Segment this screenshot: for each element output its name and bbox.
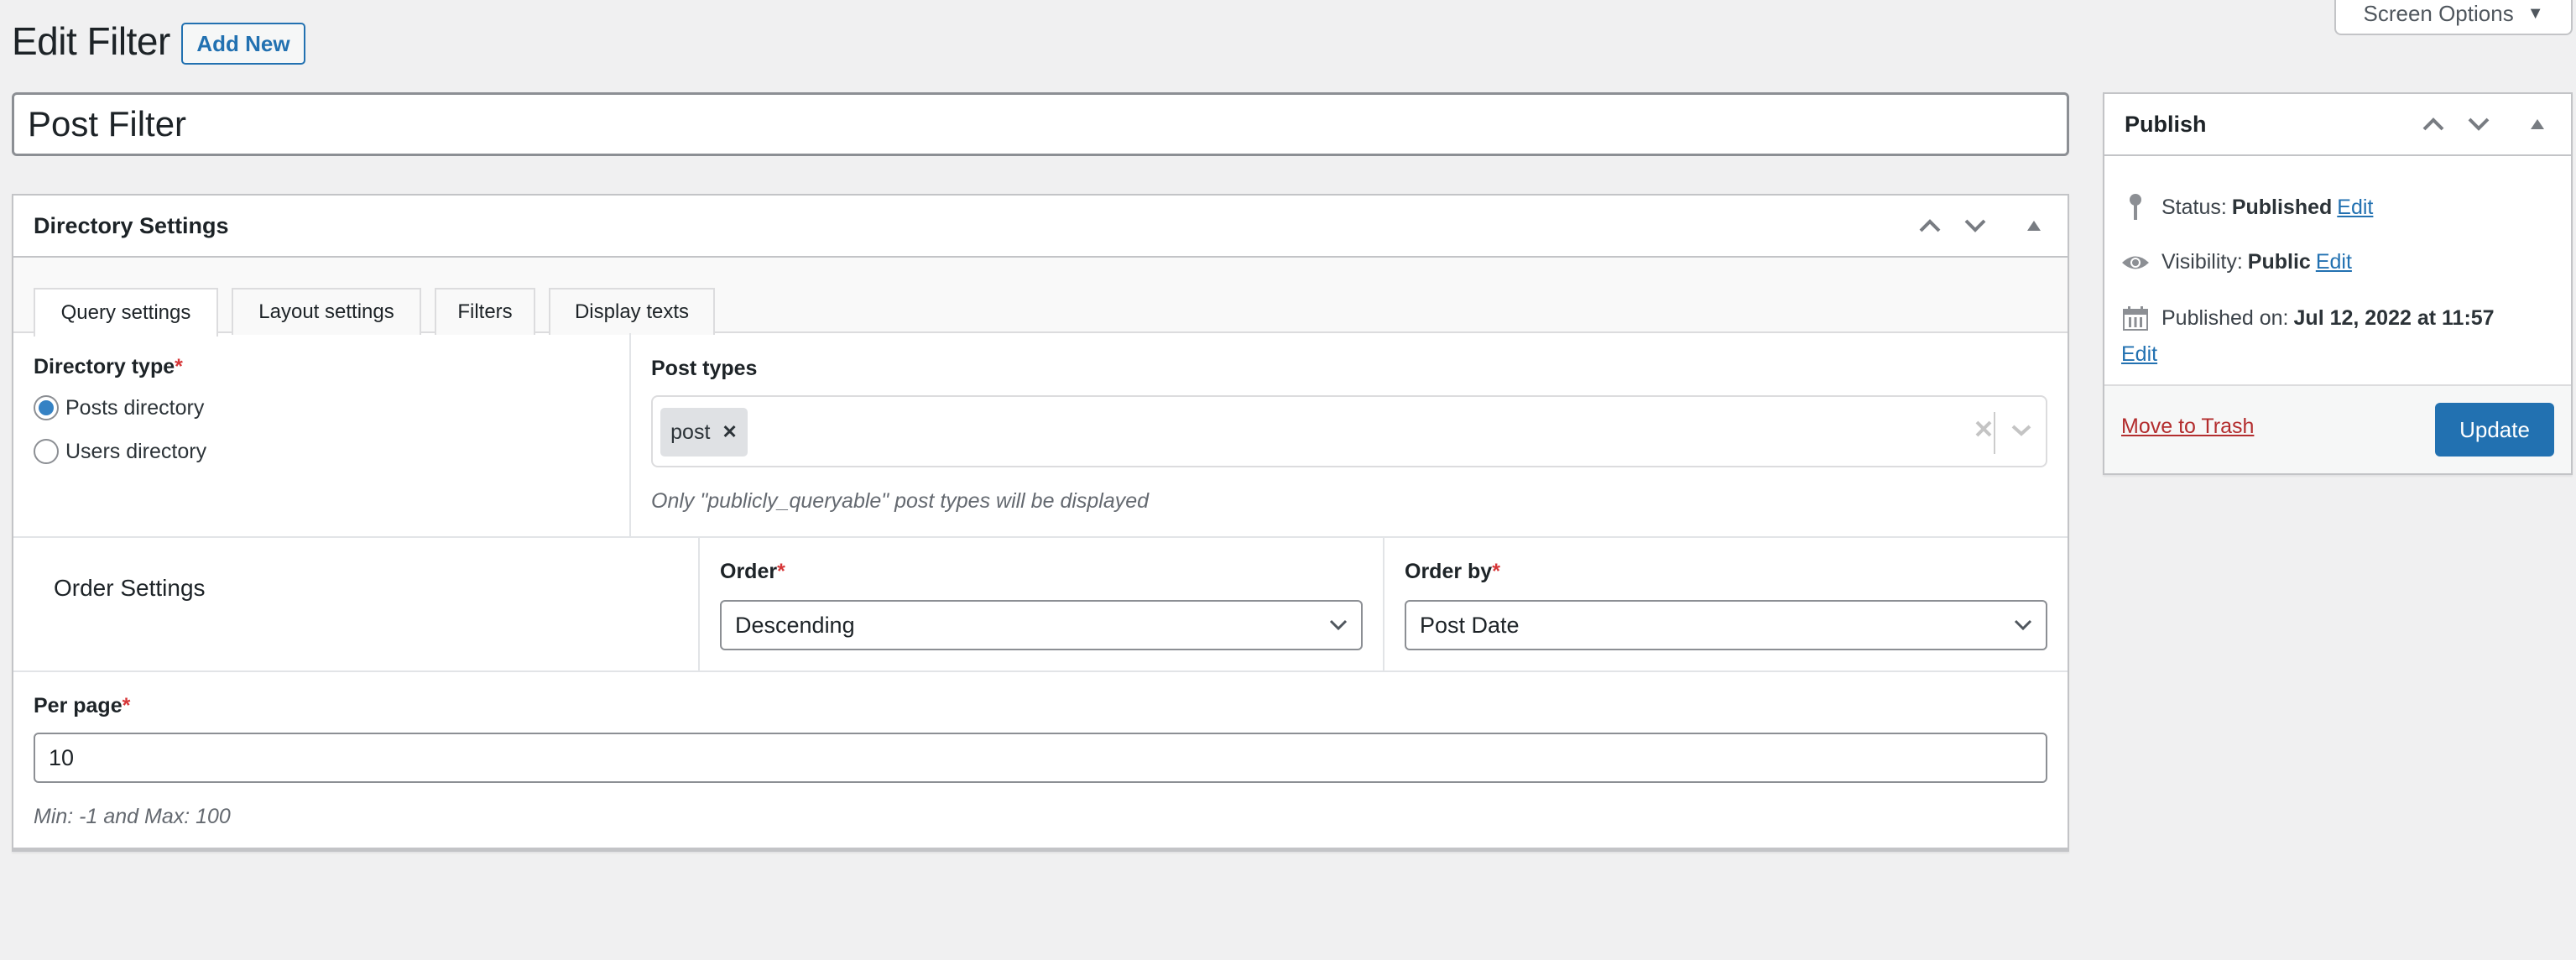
post-types-multiselect[interactable]: post ✕ bbox=[651, 395, 2047, 467]
chevron-down-icon bbox=[2014, 619, 2032, 631]
pin-icon bbox=[2121, 193, 2150, 222]
edit-date-row: Edit bbox=[2121, 342, 2157, 367]
radio-button[interactable] bbox=[34, 439, 59, 464]
directory-settings-box: Directory Settings Query settings Layout… bbox=[12, 194, 2069, 852]
eye-icon bbox=[2121, 253, 2150, 272]
published-on-label: Published on: bbox=[2161, 305, 2289, 330]
calendar-icon bbox=[2121, 305, 2150, 331]
settings-tabs: Query settings Layout settings Filters D… bbox=[13, 258, 2068, 337]
radio-users-directory[interactable]: Users directory bbox=[34, 439, 206, 464]
screen-options-button[interactable]: Screen Options ▼ bbox=[2334, 0, 2573, 35]
tab-query-settings[interactable]: Query settings bbox=[34, 288, 218, 337]
order-settings-row: Order Settings Order* Descending Order b… bbox=[13, 538, 2068, 672]
published-on-value: Jul 12, 2022 at 11:57 bbox=[2293, 305, 2495, 330]
collapse-toggle-icon[interactable] bbox=[2021, 212, 2047, 239]
order-by-field: Order by* Post Date bbox=[1383, 538, 2068, 670]
order-select[interactable]: Descending bbox=[720, 600, 1363, 650]
chip-label: post bbox=[670, 420, 711, 444]
directory-settings-title: Directory Settings bbox=[34, 212, 229, 238]
order-by-select-value: Post Date bbox=[1420, 612, 1520, 638]
post-title-input[interactable]: Post Filter bbox=[12, 92, 2069, 156]
directory-settings-header: Directory Settings bbox=[13, 196, 2068, 258]
selected-chip: post ✕ bbox=[660, 408, 748, 457]
tab-display-texts[interactable]: Display texts bbox=[549, 288, 715, 335]
move-down-icon[interactable] bbox=[2465, 111, 2492, 138]
radio-label: Posts directory bbox=[65, 395, 205, 420]
radio-posts-directory[interactable]: Posts directory bbox=[34, 395, 204, 420]
move-up-icon[interactable] bbox=[1916, 212, 1943, 239]
visibility-value: Public bbox=[2247, 250, 2311, 274]
add-new-button[interactable]: Add New bbox=[181, 23, 305, 65]
chevron-down-icon[interactable] bbox=[2010, 424, 2032, 441]
move-up-icon[interactable] bbox=[2420, 111, 2447, 138]
directory-type-label: Directory type* bbox=[34, 355, 183, 378]
order-by-select[interactable]: Post Date bbox=[1405, 600, 2047, 650]
chevron-down-icon bbox=[1329, 619, 1348, 631]
status-value: Published bbox=[2231, 195, 2333, 219]
per-page-input[interactable]: 10 bbox=[34, 733, 2047, 783]
directory-type-field: Directory type* Posts directory Users di… bbox=[34, 333, 621, 536]
publish-title: Publish bbox=[2125, 111, 2207, 137]
publish-actions: Move to Trash Update bbox=[2104, 384, 2571, 473]
per-page-help: Min: -1 and Max: 100 bbox=[34, 805, 231, 828]
screen-options-label: Screen Options bbox=[2363, 0, 2514, 26]
order-by-label: Order by* bbox=[1405, 560, 1500, 583]
visibility-row: Visibility: Public Edit bbox=[2121, 250, 2352, 274]
order-label: Order* bbox=[720, 560, 785, 583]
order-settings-label: Order Settings bbox=[54, 575, 206, 601]
status-label: Status: bbox=[2161, 195, 2227, 219]
publish-box: Publish Status: Published Edit Visibilit… bbox=[2103, 92, 2573, 475]
clear-selection-icon[interactable] bbox=[1974, 419, 1994, 443]
update-button[interactable]: Update bbox=[2435, 403, 2554, 457]
order-settings-section: Order Settings bbox=[54, 538, 675, 670]
edit-status-link[interactable]: Edit bbox=[2337, 196, 2373, 220]
move-down-icon[interactable] bbox=[1962, 212, 1989, 239]
edit-date-link[interactable]: Edit bbox=[2121, 342, 2157, 367]
post-types-label: Post types bbox=[651, 357, 758, 380]
remove-chip-icon[interactable]: ✕ bbox=[722, 421, 737, 443]
collapse-toggle-icon[interactable] bbox=[2524, 111, 2551, 138]
move-to-trash-link[interactable]: Move to Trash bbox=[2121, 415, 2254, 439]
page-title: Edit Filter bbox=[12, 19, 170, 63]
post-types-field: Post types post ✕ Only "publicly_queryab… bbox=[629, 333, 2068, 536]
box-handle-actions bbox=[1916, 212, 2047, 239]
query-row-1: Directory type* Posts directory Users di… bbox=[13, 333, 2068, 538]
visibility-label: Visibility: bbox=[2161, 250, 2243, 274]
radio-label: Users directory bbox=[65, 439, 207, 463]
caret-down-icon: ▼ bbox=[2526, 3, 2544, 23]
tab-filters[interactable]: Filters bbox=[435, 288, 535, 335]
published-on-row: Published on: Jul 12, 2022 at 11:57 bbox=[2121, 305, 2500, 331]
order-select-value: Descending bbox=[735, 612, 855, 638]
publish-header: Publish bbox=[2104, 94, 2571, 156]
box-handle-actions bbox=[2420, 111, 2551, 138]
per-page-row: Per page* 10 Min: -1 and Max: 100 bbox=[13, 672, 2068, 845]
separator bbox=[1994, 412, 1995, 454]
post-types-help: Only "publicly_queryable" post types wil… bbox=[651, 489, 1150, 513]
per-page-label: Per page* bbox=[34, 694, 131, 717]
radio-button-checked[interactable] bbox=[34, 395, 59, 420]
tab-layout-settings[interactable]: Layout settings bbox=[232, 288, 421, 335]
edit-visibility-link[interactable]: Edit bbox=[2316, 250, 2352, 274]
status-row: Status: Published Edit bbox=[2121, 193, 2373, 222]
order-field: Order* Descending bbox=[698, 538, 1383, 670]
